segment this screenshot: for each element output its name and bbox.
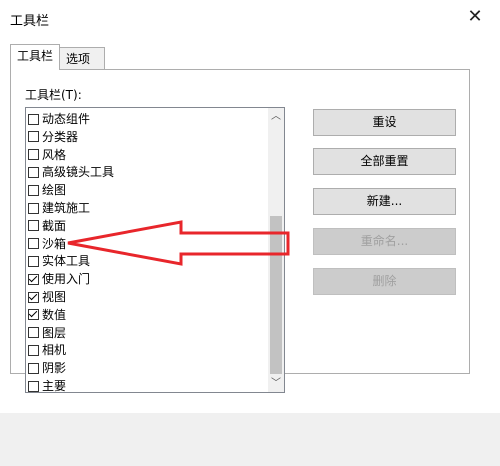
toolbars-dialog: 工具栏 ✕ 工具栏 选项 工具栏(T): 动态组件 分类器 风格 高级镜头工具 绘图 建筑… bbox=[0, 0, 500, 466]
tab-toolbars[interactable]: 工具栏 bbox=[10, 44, 60, 70]
red-arrow-annotation bbox=[67, 220, 290, 266]
